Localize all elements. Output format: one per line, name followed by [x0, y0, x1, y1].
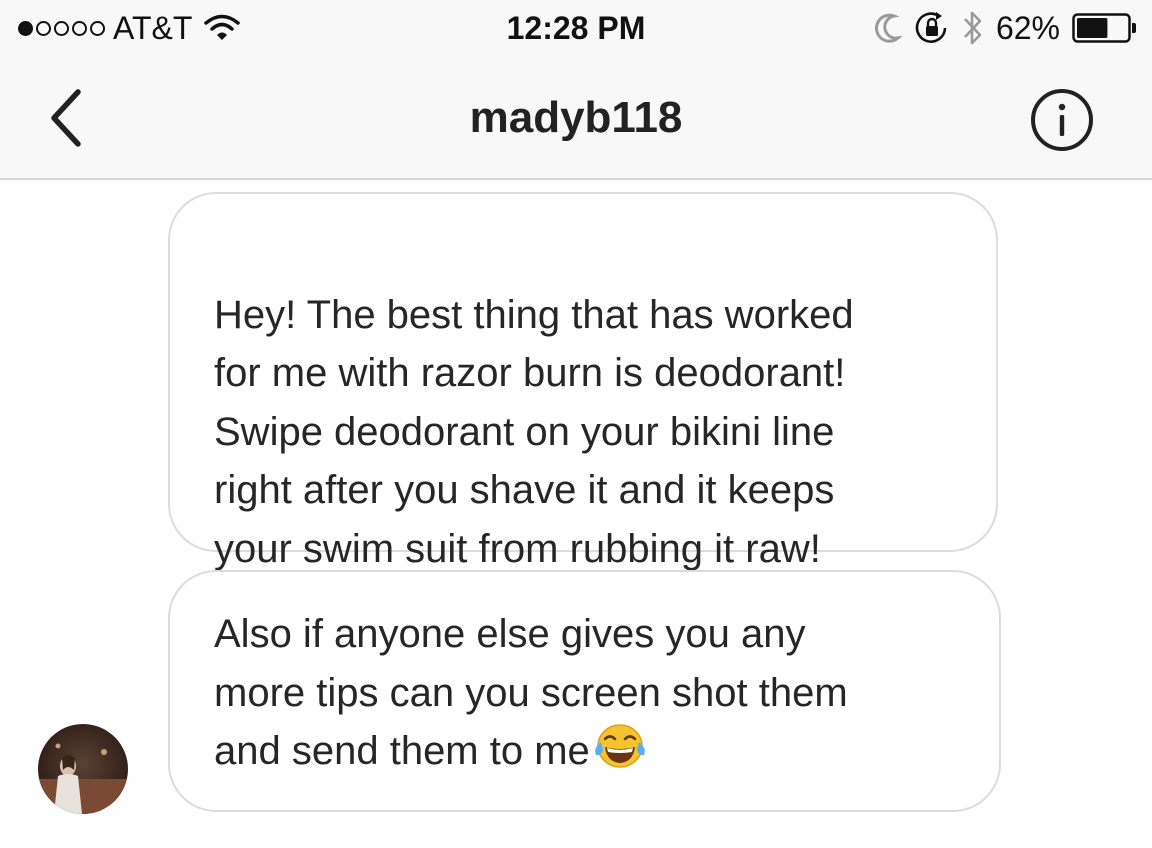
- bluetooth-icon: [964, 11, 982, 45]
- nav-bar: madyb118: [0, 58, 1152, 180]
- dm-thread-screen: AT&T 12:28 PM 62% madyb118 Hey! The best…: [0, 0, 1152, 848]
- rotation-lock-icon: [915, 12, 947, 43]
- battery-icon: [1072, 13, 1136, 43]
- status-right: 62%: [874, 8, 1138, 48]
- message-thread[interactable]: Hey! The best thing that has worked for …: [0, 180, 1152, 848]
- face-with-tears-of-joy-emoji: [594, 724, 645, 768]
- message-text: Hey! The best thing that has worked for …: [214, 292, 854, 571]
- status-bar: AT&T 12:28 PM 62%: [0, 0, 1152, 58]
- sender-avatar[interactable]: [38, 724, 128, 814]
- message-text: Also if anyone else gives you any more t…: [214, 612, 848, 773]
- message-bubble[interactable]: Hey! The best thing that has worked for …: [168, 192, 998, 571]
- info-icon[interactable]: [1028, 86, 1096, 154]
- conversation-title[interactable]: madyb118: [0, 88, 1152, 148]
- message-bubble[interactable]: Also if anyone else gives you any more t…: [168, 570, 1001, 812]
- moon-icon: [874, 13, 902, 43]
- battery-percent: 62%: [995, 9, 1060, 46]
